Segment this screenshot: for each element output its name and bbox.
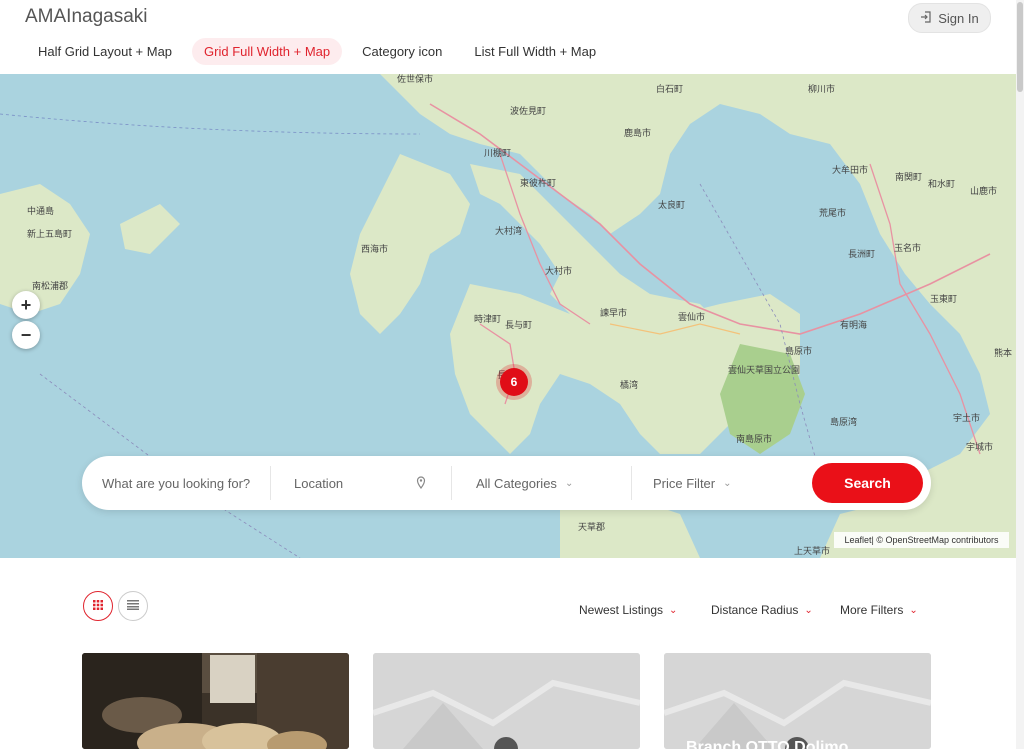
search-button[interactable]: Search <box>812 463 923 503</box>
map-label: 宇城市 <box>966 443 994 453</box>
zoom-out-button[interactable]: − <box>12 321 40 349</box>
map-label: 玉名市 <box>894 244 922 254</box>
more-filters-label: More Filters <box>840 603 904 617</box>
map-label: 南松浦郡 <box>32 282 69 292</box>
price-filter-label: Price Filter <box>653 475 716 491</box>
map-cluster-marker[interactable]: 6 <box>500 368 528 396</box>
category-label: All Categories <box>476 475 557 491</box>
map-label: 島原湾 <box>830 418 858 428</box>
chevron-down-icon: ⌄ <box>669 604 678 616</box>
leaflet-link[interactable]: Leaflet <box>844 535 871 545</box>
map-label: 東彼杵町 <box>520 179 557 189</box>
listing-placeholder-map <box>664 653 931 749</box>
map-label: 佐世保市 <box>397 75 434 85</box>
list-icon <box>127 597 139 615</box>
map-attribution: Leaflet | © OpenStreetMap contributors <box>834 532 1009 548</box>
page-scrollbar[interactable] <box>1016 0 1024 749</box>
divider <box>631 466 632 500</box>
listing-photo <box>82 653 349 749</box>
distance-radius-label: Distance Radius <box>711 603 799 617</box>
map-label: 荒尾市 <box>819 209 847 219</box>
map-label: 大村湾 <box>495 227 523 237</box>
map-label: 宇土市 <box>953 414 981 424</box>
map-label: 雲仙天草国立公園 <box>728 366 801 376</box>
map-label: 南関町 <box>895 173 923 183</box>
chevron-down-icon: ⌄ <box>723 477 732 489</box>
listing-card[interactable]: Branch OTTO Dolimo <box>664 653 931 749</box>
map-label: 熊本 <box>994 349 1013 359</box>
map-label: 南島原市 <box>736 435 773 445</box>
map-label: 大牟田市 <box>832 166 869 176</box>
map-label: 諫早市 <box>600 309 628 319</box>
map-label: 長洲町 <box>848 250 876 260</box>
map-label: 柳川市 <box>808 85 836 95</box>
map-label: 大村市 <box>545 267 573 277</box>
location-input[interactable]: Location <box>294 456 434 510</box>
listing-card[interactable] <box>373 653 640 749</box>
map-label: 玉東町 <box>930 295 958 305</box>
listing-layout-nav: Half Grid Layout + Map Grid Full Width +… <box>26 38 608 65</box>
map-label: 天草郡 <box>578 523 606 533</box>
map-label: 新上五島町 <box>27 230 73 240</box>
sort-dropdown[interactable]: Newest Listings ⌄ <box>579 603 677 617</box>
listing-placeholder-map <box>373 653 640 749</box>
grid-icon <box>93 597 103 615</box>
keyword-input[interactable]: What are you looking for? <box>102 456 272 510</box>
map-label: 山鹿市 <box>970 187 998 197</box>
map-label: 鹿島市 <box>624 129 652 139</box>
distance-radius-dropdown[interactable]: Distance Radius ⌄ <box>711 603 813 617</box>
divider <box>451 466 452 500</box>
chevron-down-icon: ⌄ <box>804 604 813 616</box>
category-select[interactable]: All Categories ⌄ <box>476 456 606 510</box>
sign-in-button[interactable]: Sign In <box>908 3 991 33</box>
tab-half-grid-map[interactable]: Half Grid Layout + Map <box>26 38 184 65</box>
map-label: 中通島 <box>27 207 55 217</box>
more-filters-dropdown[interactable]: More Filters ⌄ <box>840 603 918 617</box>
site-header: AMAInagasaki Sign In Half Grid Layout + … <box>0 0 1024 74</box>
zoom-in-button[interactable]: + <box>12 291 40 319</box>
price-filter-select[interactable]: Price Filter ⌄ <box>653 456 773 510</box>
chevron-down-icon: ⌄ <box>909 604 918 616</box>
map-label: 時津町 <box>474 315 502 325</box>
chevron-down-icon: ⌄ <box>564 477 574 489</box>
grid-view-button[interactable] <box>83 591 113 621</box>
map-label: 太良町 <box>658 201 686 211</box>
map-label: 雲仙市 <box>678 313 706 323</box>
tab-category-icon[interactable]: Category icon <box>350 38 454 65</box>
location-pin-icon <box>416 476 426 494</box>
tab-list-full-width-map[interactable]: List Full Width + Map <box>462 38 608 65</box>
tab-grid-full-width-map[interactable]: Grid Full Width + Map <box>192 38 343 65</box>
scrollbar-thumb[interactable] <box>1017 2 1023 92</box>
map-label: 長与町 <box>505 321 533 331</box>
search-bar: What are you looking for? Location All C… <box>82 456 931 510</box>
map-label: 波佐見町 <box>510 107 547 117</box>
brand-logo[interactable]: AMAInagasaki <box>25 6 148 28</box>
list-view-button[interactable] <box>118 591 148 621</box>
listing-title[interactable]: Branch OTTO Dolimo <box>686 739 848 749</box>
divider <box>270 466 271 500</box>
osm-attribution-text[interactable]: | © OpenStreetMap contributors <box>872 535 999 545</box>
map-label: 有明海 <box>840 321 868 331</box>
map-label: 島原市 <box>785 347 813 357</box>
map-label: 西海市 <box>361 245 389 255</box>
map-label: 上天草市 <box>794 547 831 557</box>
sign-in-icon <box>920 10 932 26</box>
map-label: 和水町 <box>928 180 956 190</box>
sort-label: Newest Listings <box>579 603 664 617</box>
map-label: 川棚町 <box>484 149 512 159</box>
map-label: 橘湾 <box>620 381 639 391</box>
map-label: 白石町 <box>656 85 684 95</box>
sign-in-label: Sign In <box>938 10 979 26</box>
listing-card[interactable] <box>82 653 349 749</box>
